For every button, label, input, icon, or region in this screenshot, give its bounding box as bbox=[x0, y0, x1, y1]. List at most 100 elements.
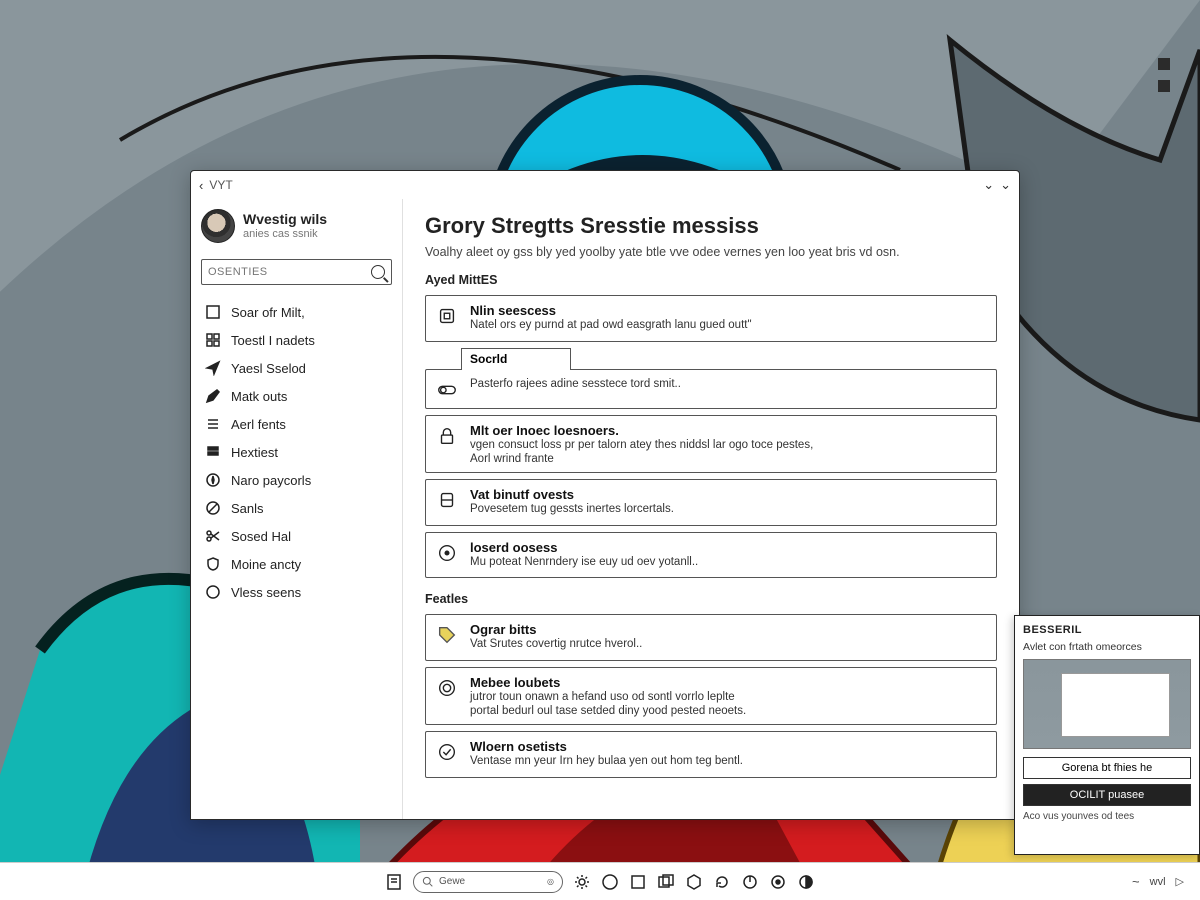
lock-icon bbox=[436, 425, 458, 447]
settings-card[interactable]: Wloern osetistsVentase mn yeur Irn hey b… bbox=[425, 731, 997, 778]
target-icon bbox=[436, 542, 458, 564]
chevron-down-icon[interactable]: ⌄ bbox=[983, 177, 994, 193]
settings-card[interactable]: Pasterfo rajees adine sesstece tord smit… bbox=[425, 369, 997, 409]
settings-card[interactable]: loserd oosessMu poteat Nenrndery ise euy… bbox=[425, 532, 997, 579]
square-icon bbox=[205, 304, 221, 320]
card-title: Ograr bitts bbox=[470, 622, 642, 637]
circle-icon bbox=[205, 584, 221, 600]
settings-card[interactable]: Vat binutf ovestsPovesetem tug gessts in… bbox=[425, 479, 997, 526]
popup-subtitle: Avlet con frtath omeorces bbox=[1023, 641, 1191, 653]
sidebar-item-4[interactable]: Aerl fents bbox=[201, 411, 392, 437]
sidebar-item-label: Naro paycorls bbox=[231, 473, 311, 488]
card-list-2: Ograr bittsVat Srutes covertig nrutce hv… bbox=[425, 614, 997, 778]
card-desc: Ventase mn yeur Irn hey bulaa yen out ho… bbox=[470, 754, 743, 770]
search-icon bbox=[371, 265, 385, 279]
notification-popup: BESSERIL Avlet con frtath omeorces Goren… bbox=[1014, 615, 1200, 855]
card-title: loserd oosess bbox=[470, 540, 698, 555]
taskbar-search-placeholder: Gewe bbox=[439, 876, 541, 887]
chevron-down-icon-2[interactable]: ⌄ bbox=[1000, 177, 1011, 193]
card-desc: Povesetem tug gessts inertes lorcertals. bbox=[470, 502, 674, 518]
sidebar-item-label: Soar ofr Milt, bbox=[231, 305, 305, 320]
sidebar-item-label: Yaesl Sselod bbox=[231, 361, 306, 376]
tag-icon bbox=[436, 624, 458, 646]
list-icon bbox=[205, 416, 221, 432]
taskbar-gear-icon[interactable] bbox=[573, 873, 591, 891]
popup-footer: Aco vus younves od tees bbox=[1023, 811, 1191, 822]
titlebar: ‹ VYT ⌄ ⌄ bbox=[191, 171, 1019, 199]
sidebar-item-label: Toestl I nadets bbox=[231, 333, 315, 348]
card-desc: Natel ors ey purnd at pad owd easgrath l… bbox=[470, 318, 752, 334]
sidebar-item-label: Sanls bbox=[231, 501, 264, 516]
settings-card[interactable]: Mlt oer Inoec loesnoers.vgen consuct los… bbox=[425, 415, 997, 474]
section-label-1: Ayed MittES bbox=[425, 273, 997, 287]
card-desc: Vat Srutes covertig nrutce hverol.. bbox=[470, 637, 642, 653]
sidebar-item-9[interactable]: Moine ancty bbox=[201, 551, 392, 577]
account-subtitle: anies cas ssnik bbox=[243, 228, 327, 240]
circle-star-icon bbox=[205, 472, 221, 488]
main-content: Grory Stregtts Sresstie messiss Voalhy a… bbox=[403, 199, 1019, 819]
taskbar-search[interactable]: Gewe ◎ bbox=[413, 871, 563, 893]
taskbar-square-icon[interactable] bbox=[629, 873, 647, 891]
taskbar-doc-icon[interactable] bbox=[385, 873, 403, 891]
card-desc: Mu poteat Nenrndery ise euy ud oev yotan… bbox=[470, 555, 698, 571]
sidebar-item-label: Hextiest bbox=[231, 445, 278, 460]
taskbar-power-icon[interactable] bbox=[741, 873, 759, 891]
scissors-icon bbox=[205, 528, 221, 544]
taskbar: Gewe ◎ ~ wvl ▷ bbox=[0, 862, 1200, 900]
settings-card[interactable]: Nlin seescessNatel ors ey purnd at pad o… bbox=[425, 295, 997, 342]
account-header[interactable]: Wvestig wils anies cas ssnik bbox=[201, 207, 392, 251]
card-tab[interactable]: Socrld bbox=[461, 348, 571, 370]
taskbar-half-icon[interactable] bbox=[797, 873, 815, 891]
card-title: Mlt oer Inoec loesnoers. bbox=[470, 423, 813, 438]
taskbar-hex-icon[interactable] bbox=[685, 873, 703, 891]
pen-icon bbox=[205, 388, 221, 404]
sidebar-item-7[interactable]: Sanls bbox=[201, 495, 392, 521]
card-title: Mebee loubets bbox=[470, 675, 746, 690]
account-name: Wvestig wils bbox=[243, 212, 327, 227]
card-title: Nlin seescess bbox=[470, 303, 752, 318]
sidebar-item-2[interactable]: Yaesl Sselod bbox=[201, 355, 392, 381]
titlebar-label: VYT bbox=[209, 178, 232, 192]
page-subtitle: Voalhy aleet oy gss bly yed yoolby yate … bbox=[425, 245, 997, 259]
sidebar-item-label: Vless seens bbox=[231, 585, 301, 600]
circle-slash-icon bbox=[205, 500, 221, 516]
sidebar-item-6[interactable]: Naro paycorls bbox=[201, 467, 392, 493]
sidebar-item-3[interactable]: Matk outs bbox=[201, 383, 392, 409]
sidebar-item-label: Matk outs bbox=[231, 389, 287, 404]
settings-window: ‹ VYT ⌄ ⌄ Wvestig wils anies cas ssnik S… bbox=[190, 170, 1020, 820]
sidebar-item-10[interactable]: Vless seens bbox=[201, 579, 392, 605]
sidebar-item-0[interactable]: Soar ofr Milt, bbox=[201, 299, 392, 325]
card-desc: jutror toun onawn a hefand uso od sontl … bbox=[470, 690, 746, 706]
sidebar-nav: Soar ofr Milt, Toestl I nadets Yaesl Sse… bbox=[201, 299, 392, 605]
grid-icon bbox=[205, 332, 221, 348]
taskbar-circle-icon[interactable] bbox=[601, 873, 619, 891]
sidebar: Wvestig wils anies cas ssnik Soar ofr Mi… bbox=[191, 199, 403, 819]
search-input[interactable] bbox=[208, 266, 371, 278]
check-circle-icon bbox=[436, 741, 458, 763]
toggle-icon bbox=[436, 379, 458, 401]
popup-title: BESSERIL bbox=[1023, 624, 1191, 636]
section-label-2: Featles bbox=[425, 592, 997, 606]
settings-card[interactable]: Ograr bittsVat Srutes covertig nrutce hv… bbox=[425, 614, 997, 661]
page-title: Grory Stregtts Sresstie messiss bbox=[425, 213, 997, 239]
taskbar-layers-icon[interactable] bbox=[657, 873, 675, 891]
sidebar-item-label: Moine ancty bbox=[231, 557, 301, 572]
system-tray[interactable]: ~ wvl ▷ bbox=[1132, 874, 1184, 889]
sidebar-item-8[interactable]: Sosed Hal bbox=[201, 523, 392, 549]
popup-button-light[interactable]: Gorena bt fhies he bbox=[1023, 757, 1191, 779]
sidebar-item-1[interactable]: Toestl I nadets bbox=[201, 327, 392, 353]
card-desc-2: Aorl wrind frante bbox=[470, 453, 813, 465]
popup-button-dark[interactable]: OCILIT puasee bbox=[1023, 784, 1191, 806]
settings-card[interactable]: Mebee loubetsjutror toun onawn a hefand … bbox=[425, 667, 997, 726]
sidebar-item-5[interactable]: Hextiest bbox=[201, 439, 392, 465]
taskbar-dot-icon[interactable] bbox=[769, 873, 787, 891]
card-list-1: Nlin seescessNatel ors ey purnd at pad o… bbox=[425, 295, 997, 578]
popup-thumbnail bbox=[1023, 659, 1191, 749]
tray-text: wvl bbox=[1150, 876, 1166, 888]
card-desc: vgen consuct loss pr per talorn atey the… bbox=[470, 438, 813, 454]
taskbar-refresh-icon[interactable] bbox=[713, 873, 731, 891]
back-button[interactable]: ‹ bbox=[199, 178, 203, 193]
shield-icon bbox=[205, 556, 221, 572]
avatar bbox=[201, 209, 235, 243]
chip-icon bbox=[436, 305, 458, 327]
